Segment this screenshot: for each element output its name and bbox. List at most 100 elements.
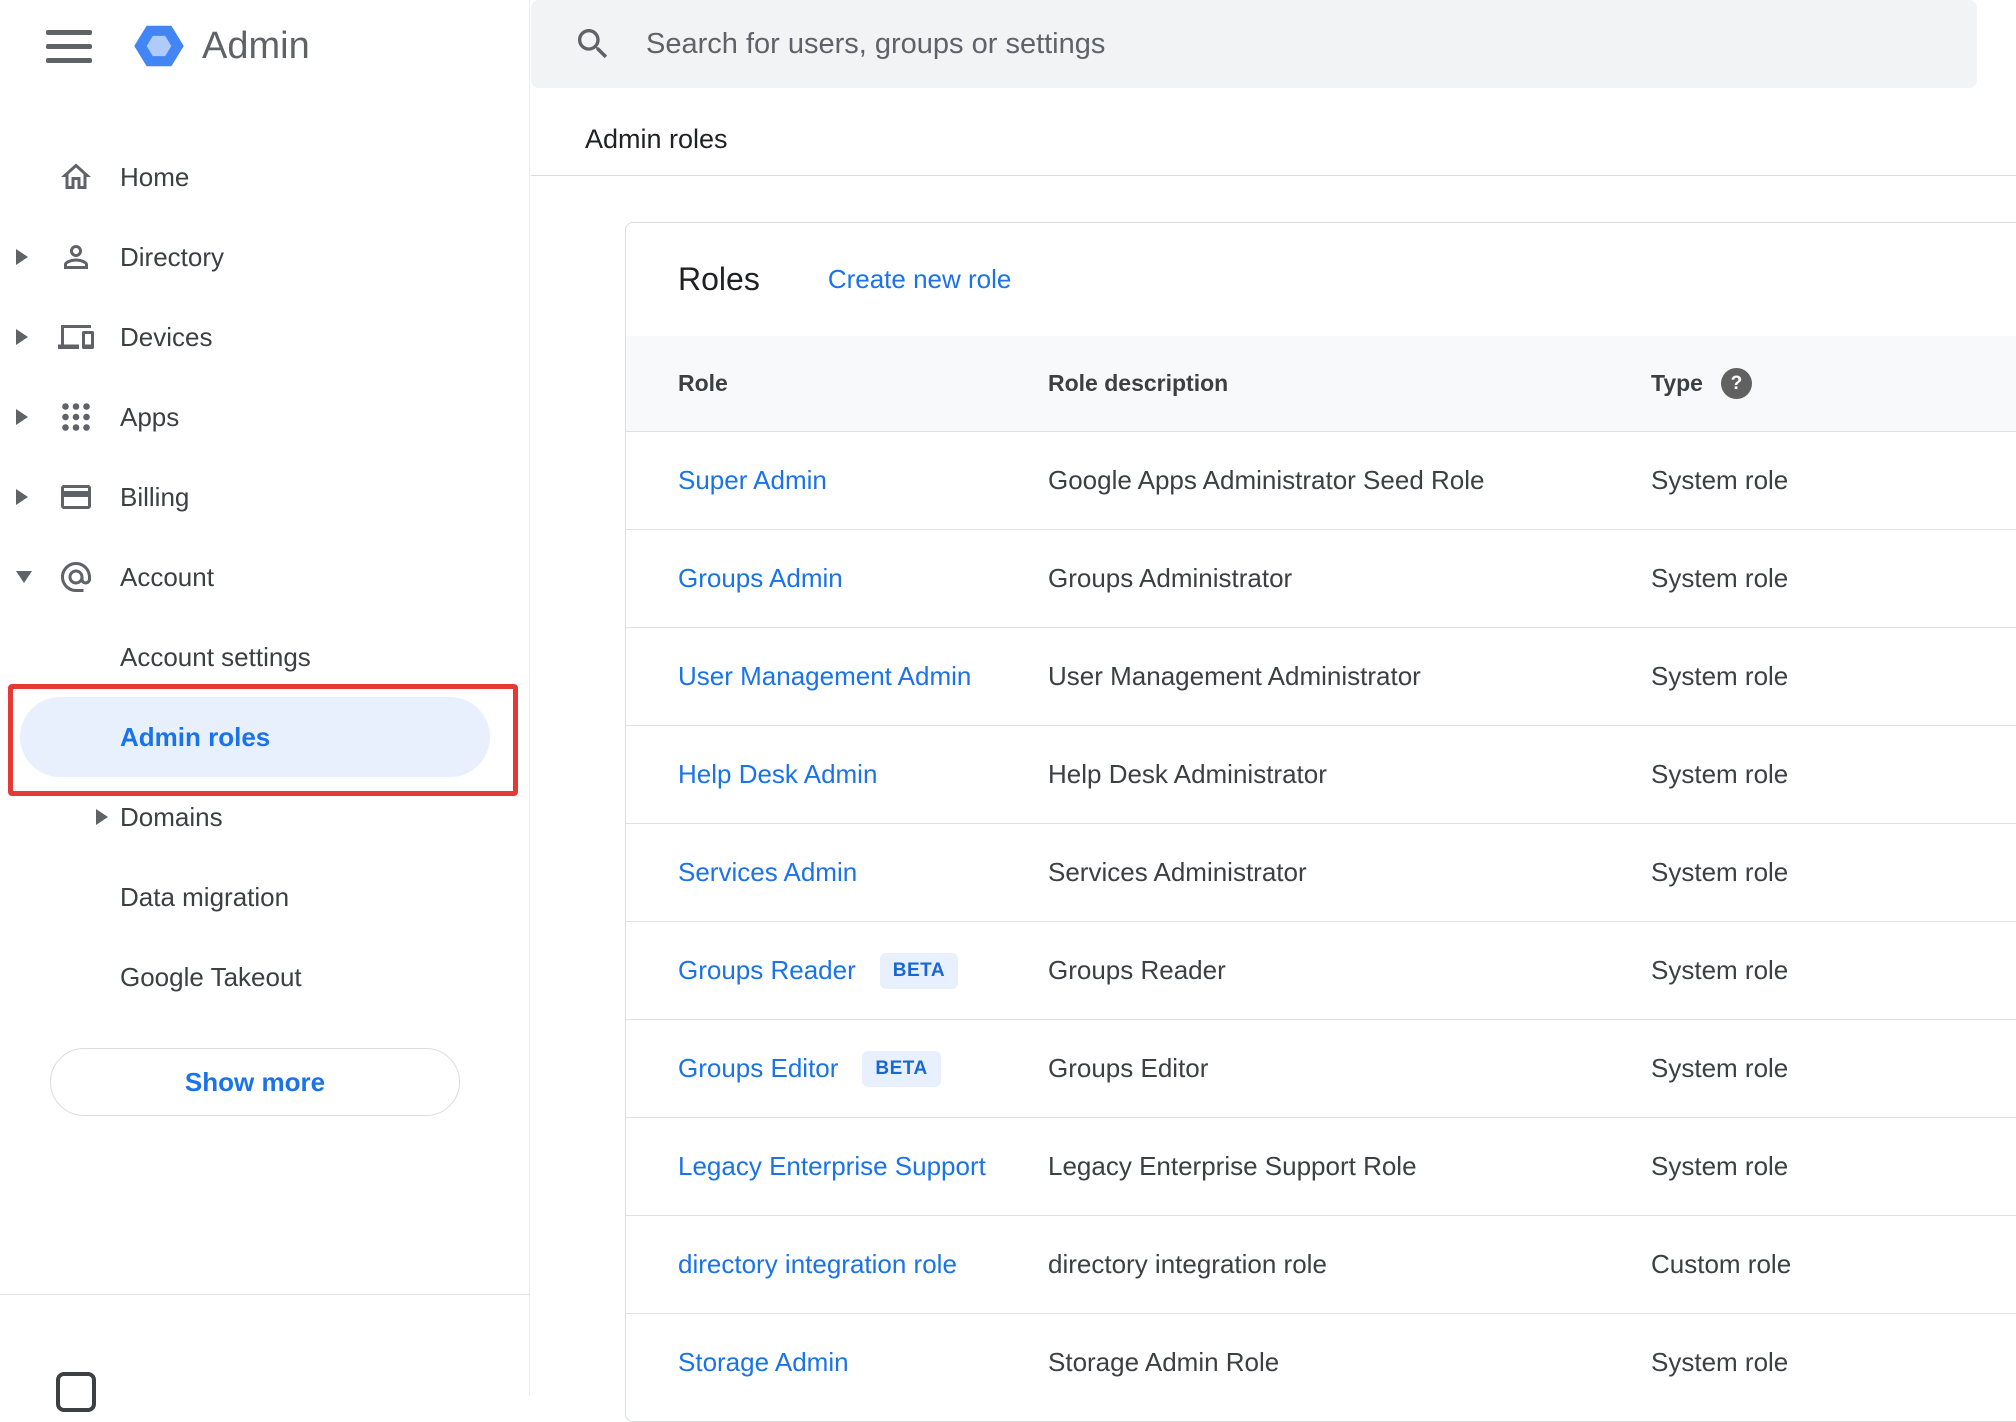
sidebar-item-label: Google Takeout bbox=[120, 961, 302, 992]
role-description: Storage Admin Role bbox=[1048, 1347, 1280, 1377]
table-row: Groups Editor BETA Groups Editor System … bbox=[626, 1019, 2016, 1117]
table-row: directory integration role directory int… bbox=[626, 1215, 2016, 1313]
sidebar-item-billing[interactable]: Billing bbox=[0, 457, 529, 537]
table-row: Services Admin Services Administrator Sy… bbox=[626, 823, 2016, 921]
table-row: Groups Reader BETA Groups Reader System … bbox=[626, 921, 2016, 1019]
beta-badge: BETA bbox=[879, 952, 959, 989]
role-type: System role bbox=[1651, 1347, 1789, 1377]
person-icon bbox=[58, 239, 94, 275]
chevron-right-icon[interactable] bbox=[96, 809, 108, 825]
beta-badge: BETA bbox=[862, 1050, 941, 1087]
role-link[interactable]: Groups Reader bbox=[678, 955, 856, 986]
role-link[interactable]: Services Admin bbox=[678, 857, 857, 888]
table-row: Legacy Enterprise Support Legacy Enterpr… bbox=[626, 1117, 2016, 1215]
sidebar-item-domains[interactable]: Domains bbox=[0, 777, 529, 857]
role-type: System role bbox=[1651, 955, 1789, 985]
menu-icon[interactable] bbox=[46, 29, 92, 63]
role-link[interactable]: User Management Admin bbox=[678, 661, 971, 692]
sidebar-item-home[interactable]: Home bbox=[0, 137, 529, 217]
role-description: Groups Administrator bbox=[1048, 563, 1293, 593]
role-link[interactable]: Super Admin bbox=[678, 465, 827, 496]
sidebar-item-label: Admin roles bbox=[120, 721, 271, 752]
chevron-right-icon[interactable] bbox=[16, 249, 28, 265]
role-description: directory integration role bbox=[1048, 1249, 1327, 1279]
admin-logo-icon bbox=[132, 19, 186, 73]
sidebar-item-admin-roles[interactable]: Admin roles bbox=[20, 697, 490, 777]
sidebar-item-devices[interactable]: Devices bbox=[0, 297, 529, 377]
table-row: User Management Admin User Management Ad… bbox=[626, 627, 2016, 725]
sidebar-item-label: Account bbox=[120, 561, 214, 592]
role-description: Google Apps Administrator Seed Role bbox=[1048, 465, 1485, 495]
sidebar-item-account-settings[interactable]: Account settings bbox=[0, 617, 529, 697]
chevron-right-icon[interactable] bbox=[16, 329, 28, 345]
chevron-right-icon[interactable] bbox=[16, 409, 28, 425]
role-description: Legacy Enterprise Support Role bbox=[1048, 1151, 1417, 1181]
role-link[interactable]: Legacy Enterprise Support bbox=[678, 1151, 986, 1182]
sidebar-item-apps[interactable]: Apps bbox=[0, 377, 529, 457]
role-description: Groups Editor bbox=[1048, 1053, 1209, 1083]
sidebar-header: Admin bbox=[0, 0, 529, 92]
role-description: User Management Administrator bbox=[1048, 661, 1421, 691]
role-link[interactable]: directory integration role bbox=[678, 1249, 957, 1280]
sidebar-item-label: Account settings bbox=[120, 641, 311, 672]
sidebar: Admin Home Directory Devices Apps Billin… bbox=[0, 0, 530, 1412]
column-type: Type ? bbox=[1651, 368, 2016, 399]
role-type: System role bbox=[1651, 1053, 1789, 1083]
page-title: Roles bbox=[678, 261, 760, 297]
breadcrumb: Admin roles bbox=[585, 124, 728, 154]
search-bar[interactable] bbox=[531, 0, 1977, 88]
sidebar-nav: Home Directory Devices Apps Billing Acco… bbox=[0, 137, 529, 1116]
divider bbox=[0, 1294, 530, 1295]
role-link[interactable]: Help Desk Admin bbox=[678, 759, 877, 790]
sidebar-item-label: Directory bbox=[120, 241, 225, 272]
role-type: System role bbox=[1651, 465, 1789, 495]
sidebar-item-label: Devices bbox=[120, 321, 213, 352]
role-type: System role bbox=[1651, 563, 1789, 593]
role-link[interactable]: Groups Editor bbox=[678, 1053, 838, 1084]
column-role-description: Role description bbox=[1048, 370, 1229, 396]
sidebar-item-label: Home bbox=[120, 161, 190, 192]
show-more-button[interactable]: Show more bbox=[50, 1048, 460, 1116]
table-row: Super Admin Google Apps Administrator Se… bbox=[626, 431, 2016, 529]
sidebar-item-google-takeout[interactable]: Google Takeout bbox=[0, 937, 529, 1017]
table-row: Help Desk Admin Help Desk Administrator … bbox=[626, 725, 2016, 823]
role-description: Groups Reader bbox=[1048, 955, 1226, 985]
home-icon bbox=[58, 159, 94, 195]
column-role: Role bbox=[678, 370, 728, 396]
role-type: Custom role bbox=[1651, 1249, 1792, 1279]
sidebar-item-data-migration[interactable]: Data migration bbox=[0, 857, 529, 937]
sidebar-item-label: Billing bbox=[120, 481, 190, 512]
roles-card: Roles Create new role Role Role descript… bbox=[625, 222, 2016, 1422]
role-link[interactable]: Groups Admin bbox=[678, 563, 843, 594]
role-type: System role bbox=[1651, 1151, 1789, 1181]
role-type: System role bbox=[1651, 661, 1789, 691]
role-description: Services Administrator bbox=[1048, 857, 1307, 887]
role-link[interactable]: Storage Admin bbox=[678, 1347, 849, 1378]
create-new-role-link[interactable]: Create new role bbox=[828, 264, 1012, 295]
help-icon[interactable]: ? bbox=[1720, 368, 1752, 399]
sidebar-item-account[interactable]: Account bbox=[0, 537, 529, 617]
divider bbox=[531, 175, 2016, 176]
sidebar-item-label: Domains bbox=[120, 801, 223, 832]
column-type-label: Type bbox=[1651, 370, 1703, 396]
billing-card-icon bbox=[58, 479, 94, 515]
sidebar-item-label: Apps bbox=[120, 401, 180, 432]
search-input[interactable] bbox=[646, 27, 1947, 61]
apps-grid-icon bbox=[58, 399, 94, 435]
table-header: Role Role description Type ? bbox=[626, 336, 2016, 431]
table-row: Groups Admin Groups Administrator System… bbox=[626, 529, 2016, 627]
device-footer-icon[interactable] bbox=[56, 1372, 96, 1412]
sidebar-item-label: Data migration bbox=[120, 881, 290, 912]
role-description: Help Desk Administrator bbox=[1048, 759, 1327, 789]
account-at-icon bbox=[58, 559, 94, 595]
role-type: System role bbox=[1651, 759, 1789, 789]
roles-card-header: Roles Create new role bbox=[626, 223, 2016, 336]
app-name: Admin bbox=[202, 24, 310, 67]
search-icon bbox=[573, 24, 613, 64]
chevron-right-icon[interactable] bbox=[16, 489, 28, 505]
sidebar-item-directory[interactable]: Directory bbox=[0, 217, 529, 297]
table-row: Storage Admin Storage Admin Role System … bbox=[626, 1313, 2016, 1411]
role-type: System role bbox=[1651, 857, 1789, 887]
chevron-down-icon[interactable] bbox=[16, 571, 32, 583]
devices-icon bbox=[58, 319, 94, 355]
